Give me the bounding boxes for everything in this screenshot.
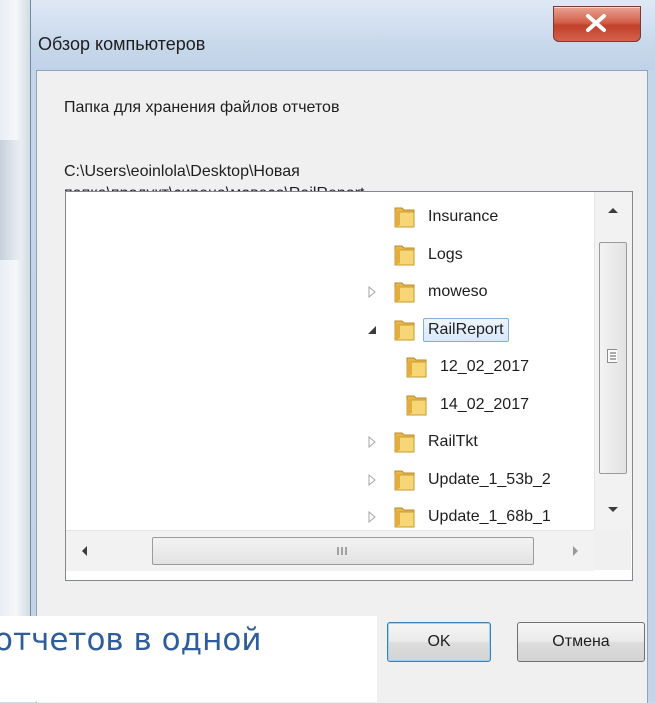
tree-item-label: 12_02_2017	[440, 358, 529, 375]
tree-item-label: RailTkt	[428, 433, 478, 450]
cancel-button[interactable]: Отмена	[517, 622, 645, 662]
tree-item-update_1_53b_2[interactable]: Update_1_53b_2	[364, 465, 551, 495]
caption-text: отчетов в одной	[0, 622, 262, 658]
folder-icon	[392, 317, 418, 343]
tree-item-14_02_2017[interactable]: 14_02_2017	[404, 390, 529, 420]
tree-item-logs[interactable]: Logs	[364, 240, 463, 270]
expand-arrow-icon[interactable]	[364, 509, 380, 525]
tree-item-label: Insurance	[428, 208, 499, 225]
close-icon	[586, 14, 606, 32]
folder-icon	[392, 429, 418, 455]
tree-item-label: Update_1_68b_1	[428, 508, 551, 525]
expand-arrow-icon[interactable]	[364, 472, 380, 488]
close-button[interactable]	[553, 6, 641, 42]
ok-button[interactable]: OK	[387, 622, 491, 662]
scrollbar-corner	[594, 530, 631, 570]
tree-item-label: 14_02_2017	[440, 395, 529, 413]
folder-icon	[392, 467, 418, 493]
folder-icon	[392, 242, 418, 268]
scroll-down-arrow-icon[interactable]	[607, 506, 619, 514]
vertical-scroll-thumb[interactable]	[599, 242, 627, 474]
horizontal-scrollbar[interactable]	[66, 530, 594, 571]
folder-icon	[404, 392, 430, 418]
tree-item-railreport[interactable]: RailReport	[364, 315, 509, 345]
tree-item-label: Update_1_53b_2	[428, 470, 551, 488]
dialog-title: Обзор компьютеров	[38, 34, 206, 54]
tree-item-moweso[interactable]: moweso	[364, 277, 488, 307]
folder-icon	[392, 279, 418, 305]
browse-folder-dialog: Обзор компьютеров Папка для хранения фай…	[30, 0, 655, 703]
folder-tree[interactable]: Insurance Logs moweso RailReport 12_02_2017 1…	[65, 191, 633, 581]
tree-item-12_02_2017[interactable]: 12_02_2017	[404, 352, 529, 382]
grip-icon	[607, 349, 617, 363]
vertical-scrollbar[interactable]	[594, 192, 632, 530]
scroll-up-arrow-icon[interactable]	[607, 206, 619, 214]
scroll-left-arrow-icon[interactable]	[80, 545, 88, 557]
caption-overlay: отчетов в одной	[0, 616, 377, 702]
tree-item-insurance[interactable]: Insurance	[364, 202, 498, 232]
tree-item-label: moweso	[428, 283, 488, 300]
folder-icon	[404, 354, 430, 380]
folder-icon	[392, 504, 418, 530]
title-bar[interactable]: Обзор компьютеров	[31, 0, 655, 70]
instruction-label: Папка для хранения файлов отчетов	[64, 99, 340, 116]
selected-path: C:\Users\eoinlola\Desktop\Новая папка\пр…	[64, 163, 364, 191]
tree-item-label: Logs	[428, 245, 463, 263]
folder-icon	[392, 204, 418, 230]
tree-item-label: RailReport	[423, 317, 509, 342]
expand-arrow-icon[interactable]	[364, 284, 380, 300]
collapse-arrow-icon[interactable]	[364, 322, 380, 338]
grip-icon	[337, 547, 347, 555]
expand-arrow-icon[interactable]	[364, 434, 380, 450]
tree-item-update_1_68b_1[interactable]: Update_1_68b_1	[364, 502, 551, 532]
horizontal-scroll-thumb[interactable]	[152, 537, 534, 565]
dialog-body: Папка для хранения файлов отчетов C:\Use…	[36, 70, 648, 703]
tree-item-railtkt[interactable]: RailTkt	[364, 427, 478, 457]
scroll-right-arrow-icon[interactable]	[572, 545, 580, 557]
